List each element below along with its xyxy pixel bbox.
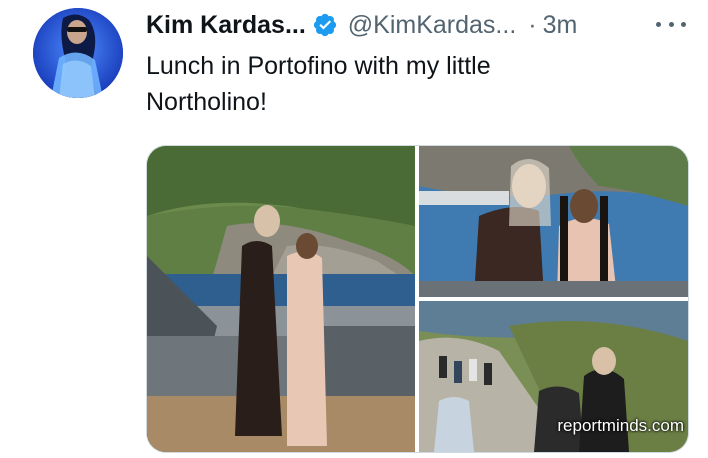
more-dot (668, 21, 674, 27)
media-photo-3[interactable]: reportminds.com (419, 301, 688, 452)
tweet-text-line: Lunch in Portofino with my little (146, 52, 491, 80)
more-dot (681, 21, 686, 27)
more-dot (656, 21, 661, 27)
media-photo-1[interactable] (147, 146, 415, 452)
verified-badge-icon (312, 12, 338, 38)
profile-avatar[interactable] (33, 8, 123, 98)
more-options-icon[interactable] (656, 12, 686, 36)
tweet-text: Lunch in Portofino with my little Northo… (146, 48, 576, 120)
user-handle[interactable]: @KimKardas... (348, 11, 516, 40)
tweet-text-line: Northolino! (146, 88, 267, 116)
media-photo-2[interactable] (419, 146, 688, 297)
watermark-text: reportminds.com (557, 416, 684, 435)
timestamp[interactable]: 3m (543, 11, 578, 40)
separator-dot: · (528, 10, 537, 39)
tweet-header: Kim Kardas... @KimKardas... · 3m (146, 8, 694, 42)
avatar-photo (33, 8, 123, 98)
display-name[interactable]: Kim Kardas... (146, 11, 306, 40)
media-grid: reportminds.com (146, 145, 689, 453)
